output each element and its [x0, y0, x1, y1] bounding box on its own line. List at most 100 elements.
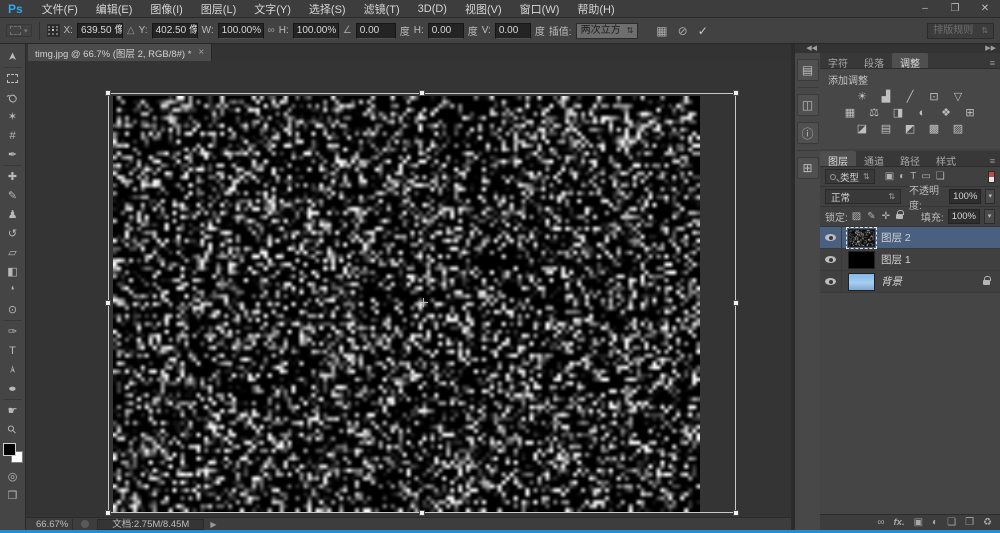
width-scale-field[interactable]: 100.00% [218, 23, 264, 39]
lock-image-pixels-icon[interactable]: ✎ [867, 211, 875, 222]
link-layers-icon[interactable]: ∞ [877, 517, 884, 528]
posterize-icon[interactable]: ▤ [878, 121, 895, 136]
filter-pixel-layers-icon[interactable]: ▣ [885, 171, 894, 182]
restore-button[interactable]: ❐ [940, 0, 970, 18]
transform-handle-bottom-left[interactable] [105, 510, 111, 516]
lasso-tool[interactable]: Q [2, 88, 24, 107]
clone-stamp-tool[interactable]: ♟ [2, 205, 24, 224]
panel-menu-icon[interactable]: ≡ [990, 58, 1000, 68]
transform-handle-top-center[interactable] [419, 90, 425, 96]
status-menu-arrow-icon[interactable]: ▶ [210, 520, 216, 529]
pen-tool[interactable]: ✑ [2, 322, 24, 341]
ellipse-tool[interactable]: ● [2, 379, 24, 398]
transform-handle-top-right[interactable] [733, 90, 739, 96]
menu-window[interactable]: 窗口(W) [511, 1, 569, 17]
v-skew-field[interactable]: 0.00 [495, 23, 531, 39]
warp-mode-toggle-icon[interactable]: ▦ [656, 24, 667, 38]
layer-thumbnail[interactable] [848, 251, 875, 269]
transform-handle-middle-right[interactable] [733, 300, 739, 306]
info-panel-icon[interactable]: ⓘ [797, 122, 819, 144]
tab-channels[interactable]: 通道 [856, 151, 892, 166]
tab-character[interactable]: 字符 [820, 53, 856, 68]
blur-tool[interactable]: ❛ [2, 281, 24, 300]
color-balance-icon[interactable]: ⚖ [866, 105, 883, 120]
menu-3d[interactable]: 3D(D) [409, 3, 456, 15]
filter-smart-objects-icon[interactable]: ❏ [936, 171, 945, 182]
maintain-aspect-ratio-icon[interactable]: ∞ [268, 25, 275, 36]
color-swatches[interactable] [3, 443, 23, 463]
new-adjustment-layer-icon[interactable]: ◐ [932, 517, 938, 528]
document-tab[interactable]: timg.jpg @ 66.7% (图层 2, RGB/8#) * × [28, 44, 212, 61]
layer-name[interactable]: 背景 [881, 274, 902, 289]
new-group-icon[interactable]: ❏ [947, 517, 956, 528]
eraser-tool[interactable]: ▱ [2, 243, 24, 262]
vibrance-icon[interactable]: ▽ [950, 89, 967, 104]
transform-reference-point[interactable] [419, 298, 428, 307]
menu-type[interactable]: 文字(Y) [245, 1, 300, 17]
exposure-icon[interactable]: ⊡ [926, 89, 943, 104]
tool-preset-picker[interactable]: ▾ [6, 24, 32, 37]
selective-color-icon[interactable]: ▨ [950, 121, 967, 136]
layer-thumbnail[interactable] [848, 273, 875, 291]
filter-shape-layers-icon[interactable]: ▭ [921, 171, 930, 182]
black-white-icon[interactable]: ◨ [890, 105, 907, 120]
filter-toggle-switch[interactable] [988, 171, 995, 183]
filter-type-dropdown[interactable]: 类型 ⇅ [825, 169, 875, 184]
height-scale-field[interactable]: 100.00% [293, 23, 339, 39]
foreground-color-swatch[interactable] [3, 443, 16, 456]
reference-point-locator[interactable] [47, 24, 60, 37]
opacity-field[interactable]: 100% [949, 189, 981, 204]
layer-row-background[interactable]: 背景 [820, 271, 1000, 293]
layer-thumbnail[interactable] [848, 229, 875, 247]
transform-handle-top-left[interactable] [105, 90, 111, 96]
tab-paragraph[interactable]: 段落 [856, 53, 892, 68]
canvas[interactable] [26, 61, 791, 517]
add-layer-mask-icon[interactable]: ▣ [914, 517, 923, 528]
h-skew-field[interactable]: 0.00 [428, 23, 464, 39]
filter-adjustment-layers-icon[interactable]: ◐ [899, 171, 905, 182]
crop-tool[interactable]: # [2, 126, 24, 145]
threshold-icon[interactable]: ◩ [902, 121, 919, 136]
quick-mask-button[interactable]: ◎ [2, 467, 24, 486]
transform-handle-bottom-right[interactable] [733, 510, 739, 516]
rectangular-marquee-tool[interactable] [2, 69, 24, 88]
y-position-field[interactable]: 402.50 像素 [152, 23, 198, 39]
blend-mode-dropdown[interactable]: 正常 ⇅ [825, 189, 901, 204]
layer-row-layer1[interactable]: 图层 1 [820, 249, 1000, 271]
actions-panel-icon[interactable]: ◫ [797, 94, 819, 116]
commit-transform-icon[interactable]: ✓ [698, 24, 708, 38]
curves-icon[interactable]: ╱ [902, 89, 919, 104]
tab-styles[interactable]: 样式 [928, 151, 964, 166]
new-layer-icon[interactable]: ❐ [965, 517, 974, 528]
gradient-tool[interactable]: ◧ [2, 262, 24, 281]
history-brush-tool[interactable]: ↺ [2, 224, 24, 243]
layer-effects-icon[interactable]: fx. [894, 517, 905, 528]
quick-selection-tool[interactable]: ✶ [2, 107, 24, 126]
visibility-toggle[interactable] [820, 249, 842, 270]
levels-icon[interactable]: ▟ [878, 89, 895, 104]
color-lookup-icon[interactable]: ⊞ [962, 105, 979, 120]
expand-panels-icon[interactable]: ◀◀ [795, 44, 820, 53]
minimize-button[interactable]: – [910, 0, 940, 18]
tab-layers[interactable]: 图层 [820, 151, 856, 166]
panel-menu-icon[interactable]: ≡ [990, 156, 1000, 166]
dodge-tool[interactable]: ⊙ [2, 300, 24, 319]
tab-paths[interactable]: 路径 [892, 151, 928, 166]
close-button[interactable]: ✕ [970, 0, 1000, 18]
swatches-panel-icon[interactable]: ⊞ [797, 157, 819, 179]
transform-handle-middle-left[interactable] [105, 300, 111, 306]
transform-handle-bottom-center[interactable] [419, 510, 425, 516]
menu-filter[interactable]: 滤镜(T) [355, 1, 409, 17]
rotation-field[interactable]: 0.00 [356, 23, 396, 39]
lock-all-icon[interactable] [896, 214, 903, 219]
move-tool[interactable]: ➤ [2, 47, 24, 66]
hue-saturation-icon[interactable]: ▦ [842, 105, 859, 120]
zoom-tool[interactable]: ⚲ [2, 420, 24, 439]
menu-help[interactable]: 帮助(H) [568, 1, 623, 17]
workspace-dropdown[interactable]: 排版规则 ⇅ [927, 23, 994, 39]
filter-type-layers-icon[interactable]: T [910, 171, 916, 182]
fill-field[interactable]: 100% [948, 209, 980, 224]
invert-icon[interactable]: ◪ [854, 121, 871, 136]
menu-edit[interactable]: 编辑(E) [87, 1, 142, 17]
eyedropper-tool[interactable]: ✒ [2, 145, 24, 164]
